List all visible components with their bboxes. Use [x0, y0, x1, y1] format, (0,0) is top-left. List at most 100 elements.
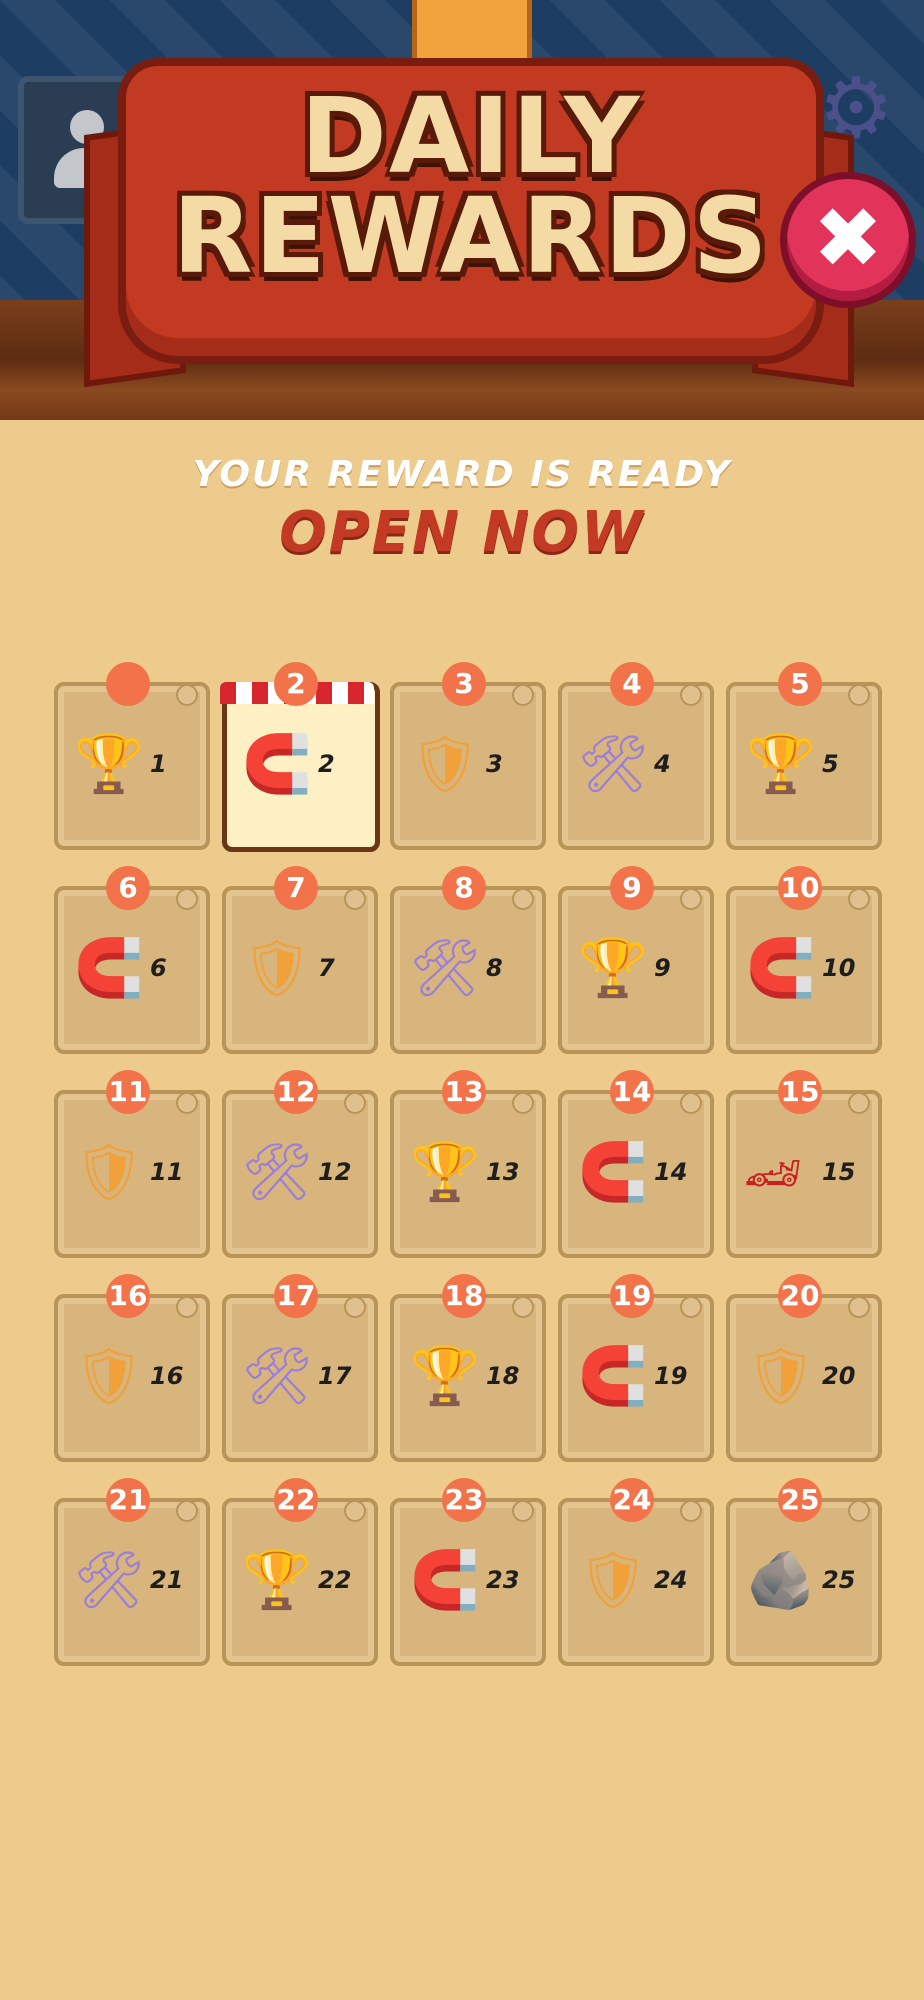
reward-day-4[interactable]: 4 🛠 4 — [554, 662, 714, 850]
reward-amount: 20 — [822, 1362, 856, 1390]
reward-day-1[interactable]: 🏆 1 — [50, 662, 210, 850]
reward-amount: 17 — [318, 1362, 352, 1390]
card-rivet — [680, 888, 702, 910]
card-rivet — [176, 1296, 198, 1318]
day-badge: 5 — [778, 662, 822, 706]
day-badge: 2 — [274, 662, 318, 706]
reward-day-21[interactable]: 21 🛠 21 — [50, 1478, 210, 1666]
reward-day-10[interactable]: 10 🧲 10 — [722, 866, 882, 1054]
reward-day-2[interactable]: 2 🧲 2 — [218, 662, 380, 852]
reward-amount: 3 — [486, 750, 503, 778]
card-rivet — [680, 1092, 702, 1114]
card-rivet — [344, 1296, 366, 1318]
reward-day-9[interactable]: 9 🏆 9 — [554, 866, 714, 1054]
trophy-icon: 🏆 — [578, 936, 648, 1001]
reward-day-15[interactable]: 15 🏎 15 — [722, 1070, 882, 1258]
day-badge: 20 — [778, 1274, 822, 1318]
card-rivet — [176, 1092, 198, 1114]
reward-day-24[interactable]: 24 🛡 24 — [554, 1478, 714, 1666]
reward-day-13[interactable]: 13 🏆 13 — [386, 1070, 546, 1258]
card-rivet — [344, 1500, 366, 1522]
reward-day-3[interactable]: 3 🛡 3 — [386, 662, 546, 850]
reward-amount: 23 — [486, 1566, 520, 1594]
card-rivet — [512, 1500, 534, 1522]
close-icon: ✖ — [812, 189, 884, 287]
reward-day-12[interactable]: 12 🛠 12 — [218, 1070, 378, 1258]
card-rivet — [176, 1500, 198, 1522]
day-badge: 14 — [610, 1070, 654, 1114]
day-badge: 15 — [778, 1070, 822, 1114]
reward-amount: 8 — [486, 954, 503, 982]
reward-day-5[interactable]: 5 🏆 5 — [722, 662, 882, 850]
tools-icon: 🛠 — [577, 732, 649, 797]
reward-amount: 19 — [654, 1362, 688, 1390]
open-now-text[interactable]: OPEN NOW — [0, 500, 924, 565]
card-rivet — [176, 684, 198, 706]
shield-icon: 🛡 — [745, 1344, 817, 1409]
day-badge: 21 — [106, 1478, 150, 1522]
page-title: DAILY REWARDS — [118, 75, 824, 297]
shelf-edge — [0, 420, 924, 450]
magnet-icon: 🧲 — [578, 1140, 648, 1205]
title-line-1: DAILY — [300, 75, 642, 197]
reward-amount: 1 — [150, 750, 167, 778]
shield-icon: 🛡 — [73, 1344, 145, 1409]
reward-amount: 14 — [654, 1158, 688, 1186]
day-badge: 8 — [442, 866, 486, 910]
card-rivet — [512, 1092, 534, 1114]
card-rivet — [680, 1500, 702, 1522]
magnet-icon: 🧲 — [410, 1548, 480, 1613]
title-line-2: REWARDS — [172, 175, 770, 297]
reward-amount: 22 — [318, 1566, 352, 1594]
reward-ready-text: YOUR REWARD IS READY — [192, 454, 732, 495]
reward-day-7[interactable]: 7 🛡 7 — [218, 866, 378, 1054]
reward-amount: 24 — [654, 1566, 688, 1594]
reward-day-25[interactable]: 25 🪨 25 — [722, 1478, 882, 1666]
card-rivet — [512, 684, 534, 706]
trophy-icon: 🏆 — [74, 732, 144, 797]
reward-amount: 9 — [654, 954, 671, 982]
day-badge: 10 — [778, 866, 822, 910]
reward-amount: 11 — [150, 1158, 184, 1186]
day-badge: 6 — [106, 866, 150, 910]
reward-amount: 21 — [150, 1566, 184, 1594]
reward-day-19[interactable]: 19 🧲 19 — [554, 1274, 714, 1462]
reward-day-14[interactable]: 14 🧲 14 — [554, 1070, 714, 1258]
reward-day-8[interactable]: 8 🛠 8 — [386, 866, 546, 1054]
shield-icon: 🛡 — [577, 1548, 649, 1613]
reward-day-16[interactable]: 16 🛡 16 — [50, 1274, 210, 1462]
day-badge: 16 — [106, 1274, 150, 1318]
shield-icon: 🛡 — [241, 936, 313, 1001]
day-badge: 3 — [442, 662, 486, 706]
magnet-icon: 🧲 — [242, 732, 312, 797]
tools-icon: 🛠 — [409, 936, 481, 1001]
reward-amount: 10 — [822, 954, 856, 982]
reward-amount: 18 — [486, 1362, 520, 1390]
card-rivet — [848, 1092, 870, 1114]
close-button[interactable]: ✖ — [780, 172, 916, 308]
shield-icon: 🛡 — [409, 732, 481, 797]
reward-day-18[interactable]: 18 🏆 18 — [386, 1274, 546, 1462]
reward-amount: 7 — [318, 954, 335, 982]
reward-day-6[interactable]: 6 🧲 6 — [50, 866, 210, 1054]
reward-day-11[interactable]: 11 🛡 11 — [50, 1070, 210, 1258]
trophy-icon: 🏆 — [746, 732, 816, 797]
magnet-icon: 🧲 — [746, 936, 816, 1001]
day-badge: 11 — [106, 1070, 150, 1114]
card-rivet — [848, 684, 870, 706]
reward-day-23[interactable]: 23 🧲 23 — [386, 1478, 546, 1666]
card-rivet — [848, 1296, 870, 1318]
card-rivet — [512, 1296, 534, 1318]
reward-day-17[interactable]: 17 🛠 17 — [218, 1274, 378, 1462]
race-car-icon: 🏎 — [743, 1146, 803, 1200]
magnet-icon: 🧲 — [578, 1344, 648, 1409]
treasure-crate-icon: 🪨 — [746, 1548, 816, 1613]
trophy-icon: 🏆 — [410, 1344, 480, 1409]
day-badge: 22 — [274, 1478, 318, 1522]
day-badge: 17 — [274, 1274, 318, 1318]
reward-amount: 16 — [150, 1362, 184, 1390]
day-badge: 25 — [778, 1478, 822, 1522]
reward-day-22[interactable]: 22 🏆 22 — [218, 1478, 378, 1666]
tools-icon: 🛠 — [241, 1344, 313, 1409]
reward-day-20[interactable]: 20 🛡 20 — [722, 1274, 882, 1462]
